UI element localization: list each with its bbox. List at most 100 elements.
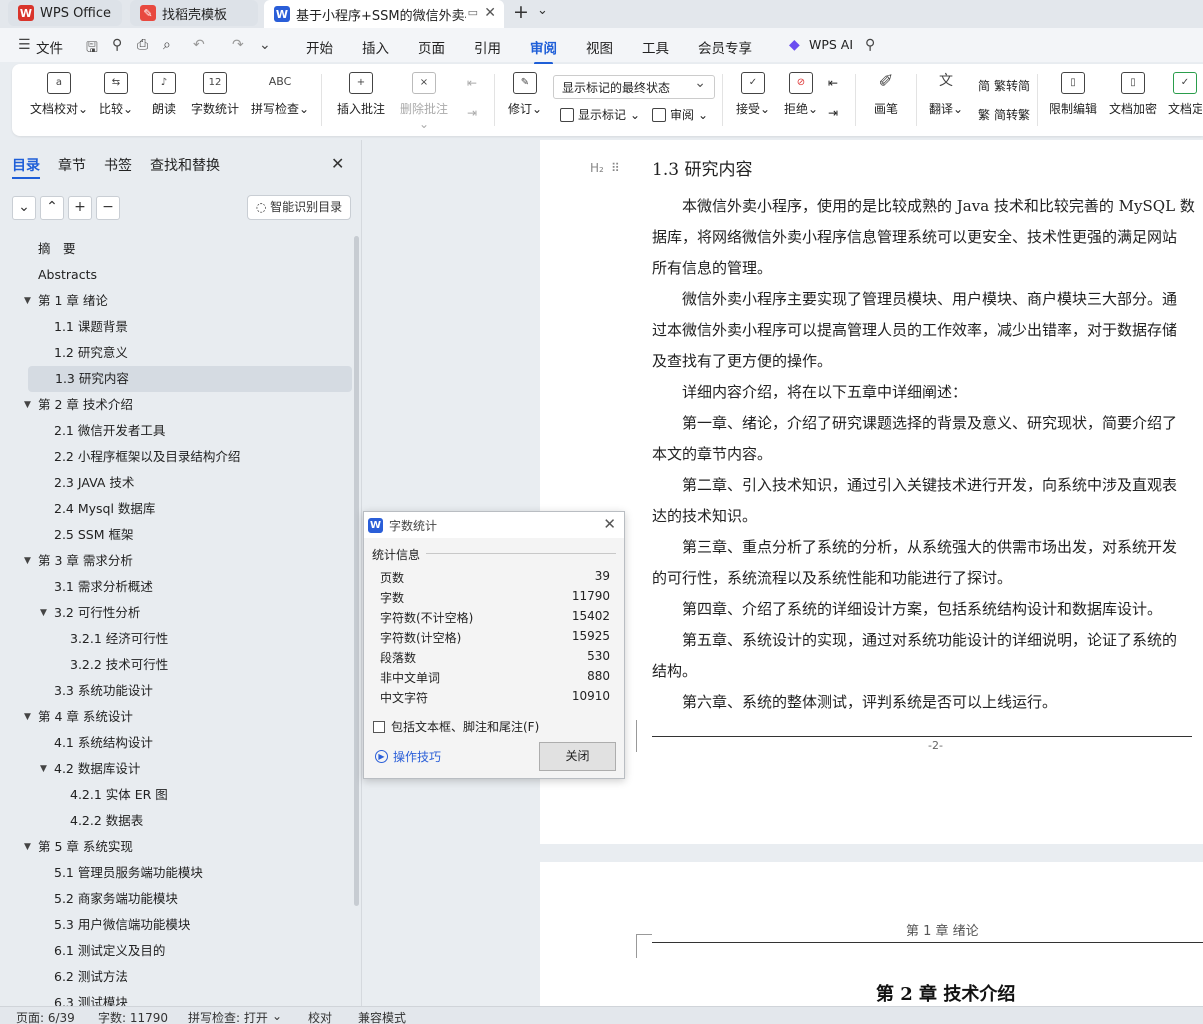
- close-icon[interactable]: ✕: [331, 154, 344, 173]
- add-heading-button[interactable]: +: [68, 196, 92, 220]
- prev-comment-icon[interactable]: ⇤: [467, 76, 477, 90]
- proofread-button[interactable]: a 文档校对⌄: [29, 72, 89, 117]
- hamburger-icon[interactable]: ☰: [18, 37, 31, 53]
- toc-scrollbar[interactable]: [354, 236, 359, 906]
- toc-item[interactable]: 4.2.2 数据表: [0, 808, 352, 834]
- smart-toc-button[interactable]: ◌ 智能识别目录: [247, 195, 351, 220]
- expand-caret-icon[interactable]: ▼: [24, 548, 31, 574]
- spell-check-indicator[interactable]: 拼写检查: 打开: [188, 1009, 268, 1024]
- chevron-down-icon[interactable]: ⌄: [272, 1009, 282, 1023]
- word-count-indicator[interactable]: 字数: 11790: [98, 1009, 168, 1024]
- toc-item[interactable]: ▼ 第 5 章 系统实现: [0, 834, 352, 860]
- redo-icon[interactable]: ↷: [232, 37, 244, 53]
- search-icon[interactable]: ⚲: [865, 37, 875, 53]
- tips-link[interactable]: ▶ 操作技巧: [375, 748, 441, 765]
- document-page[interactable]: H₂ ⠿ 1.3 研究内容 本微信外卖小程序，使用的是比较成熟的 Java 技术…: [540, 140, 1203, 844]
- dialog-close-icon[interactable]: ✕: [603, 515, 616, 533]
- checkbox-box[interactable]: [373, 720, 385, 733]
- dialog-title-bar[interactable]: W 字数统计: [364, 512, 624, 538]
- document-finalize-button[interactable]: ✓ 文档定: [1168, 72, 1202, 117]
- wps-ai-button[interactable]: WPS AI: [809, 37, 853, 52]
- menu-page[interactable]: 页面: [418, 37, 445, 57]
- menu-start[interactable]: 开始: [306, 37, 333, 57]
- print-icon[interactable]: ⎙: [137, 37, 148, 53]
- undo-icon[interactable]: ↶: [193, 37, 205, 53]
- page-indicator[interactable]: 页面: 6/39: [16, 1009, 75, 1024]
- toc-item[interactable]: 2.4 Mysql 数据库: [0, 496, 352, 522]
- close-tab-icon[interactable]: ✕: [484, 5, 496, 21]
- toc-item[interactable]: 摘 要: [0, 236, 352, 262]
- tab-wps-office[interactable]: W WPS Office: [8, 0, 122, 26]
- toc-item[interactable]: ▼ 4.2 数据库设计: [0, 756, 352, 782]
- menu-references[interactable]: 引用: [474, 37, 501, 57]
- toc-item[interactable]: 6.1 测试定义及目的: [0, 938, 352, 964]
- toc-item[interactable]: 4.2.1 实体 ER 图: [0, 782, 352, 808]
- toc-item[interactable]: 5.3 用户微信端功能模块: [0, 912, 352, 938]
- expand-up-button[interactable]: ⌃: [40, 196, 64, 220]
- tab-toc[interactable]: 目录: [12, 155, 40, 179]
- include-textbox-checkbox[interactable]: 包括文本框、脚注和尾注(F): [373, 718, 539, 735]
- toc-item[interactable]: ▼ 3.2 可行性分析: [0, 600, 352, 626]
- expand-caret-icon[interactable]: ▼: [40, 600, 47, 626]
- toc-item[interactable]: 1.2 研究意义: [0, 340, 352, 366]
- toc-item[interactable]: 4.1 系统结构设计: [0, 730, 352, 756]
- expand-caret-icon[interactable]: ▼: [24, 288, 31, 314]
- prev-change-icon[interactable]: ⇤: [828, 76, 838, 90]
- toc-item[interactable]: 2.3 JAVA 技术: [0, 470, 352, 496]
- quick-access-chevron-icon[interactable]: ⌄: [259, 37, 271, 53]
- proof-indicator[interactable]: 校对: [308, 1009, 332, 1024]
- pen-button[interactable]: ✐ 画笔: [872, 72, 900, 117]
- next-comment-icon[interactable]: ⇥: [467, 106, 477, 120]
- toc-item[interactable]: 2.2 小程序框架以及目录结构介绍: [0, 444, 352, 470]
- new-tab-button[interactable]: +: [513, 1, 529, 23]
- menu-member[interactable]: 会员专享: [698, 37, 752, 57]
- accept-button[interactable]: ✓ 接受⌄: [734, 72, 772, 117]
- toc-item[interactable]: ▼ 第 3 章 需求分析: [0, 548, 352, 574]
- translate-button[interactable]: 文 翻译⌄: [928, 72, 964, 117]
- restrict-editing-button[interactable]: ▯ 限制编辑: [1048, 72, 1098, 117]
- toc-item[interactable]: 3.2.2 技术可行性: [0, 652, 352, 678]
- toc-item[interactable]: ▼ 第 4 章 系统设计: [0, 704, 352, 730]
- next-change-icon[interactable]: ⇥: [828, 106, 838, 120]
- menu-review[interactable]: 审阅: [530, 37, 557, 65]
- simp-to-trad-button[interactable]: 繁 简转繁: [978, 106, 1030, 123]
- toc-item[interactable]: 3.2.1 经济可行性: [0, 626, 352, 652]
- drag-handle-icon[interactable]: ⠿: [611, 161, 620, 175]
- spell-check-button[interactable]: ABC 拼写检查⌄: [250, 72, 310, 117]
- expand-caret-icon[interactable]: ▼: [40, 756, 47, 782]
- menu-tools[interactable]: 工具: [642, 37, 669, 57]
- reject-button[interactable]: ⊘ 拒绝⌄: [782, 72, 820, 117]
- word-count-button[interactable]: 12 字数统计: [190, 72, 240, 117]
- toc-item[interactable]: 3.1 需求分析概述: [0, 574, 352, 600]
- print-preview-icon[interactable]: ⌕: [163, 37, 171, 53]
- toc-item[interactable]: ▼ 第 2 章 技术介绍: [0, 392, 352, 418]
- toc-item[interactable]: 1.1 课题背景: [0, 314, 352, 340]
- trad-to-simp-button[interactable]: 简 繁转简: [978, 77, 1030, 94]
- read-aloud-button[interactable]: ♪ 朗读: [150, 72, 178, 117]
- share-icon[interactable]: ⚲: [112, 37, 122, 53]
- file-menu[interactable]: 文件: [36, 37, 63, 57]
- close-button[interactable]: 关闭: [539, 742, 616, 771]
- tab-document[interactable]: W 基于小程序+SSM的微信外卖小 ▭ ✕: [264, 0, 504, 28]
- compare-button[interactable]: ⇆ 比较⌄: [98, 72, 134, 117]
- delete-comment-button[interactable]: × 删除批注⌄: [395, 72, 453, 131]
- save-icon[interactable]: 🖫: [86, 37, 98, 61]
- toc-item[interactable]: Abstracts: [0, 262, 352, 288]
- tab-find-replace[interactable]: 查找和替换: [150, 155, 220, 175]
- toc-item[interactable]: 1.3 研究内容: [28, 366, 352, 392]
- window-icon[interactable]: ▭: [468, 6, 478, 19]
- toc-item[interactable]: 2.5 SSM 框架: [0, 522, 352, 548]
- expand-caret-icon[interactable]: ▼: [24, 704, 31, 730]
- toc-item[interactable]: ▼ 第 1 章 绪论: [0, 288, 352, 314]
- toc-item[interactable]: 2.1 微信开发者工具: [0, 418, 352, 444]
- markup-mode-select[interactable]: 显示标记的最终状态: [553, 75, 715, 99]
- expand-caret-icon[interactable]: ▼: [24, 834, 31, 860]
- toc-item[interactable]: 6.2 测试方法: [0, 964, 352, 990]
- tab-list-chevron-icon[interactable]: ⌄: [537, 3, 548, 18]
- tab-docer-templates[interactable]: ✎ 找稻壳模板: [130, 0, 258, 26]
- toc-item[interactable]: 5.2 商家务端功能模块: [0, 886, 352, 912]
- menu-view[interactable]: 视图: [586, 37, 613, 57]
- expand-caret-icon[interactable]: ▼: [24, 392, 31, 418]
- document-page-2[interactable]: 第 1 章 绪论 第 2 章 技术介绍: [540, 862, 1203, 1012]
- tab-sections[interactable]: 章节: [58, 155, 86, 175]
